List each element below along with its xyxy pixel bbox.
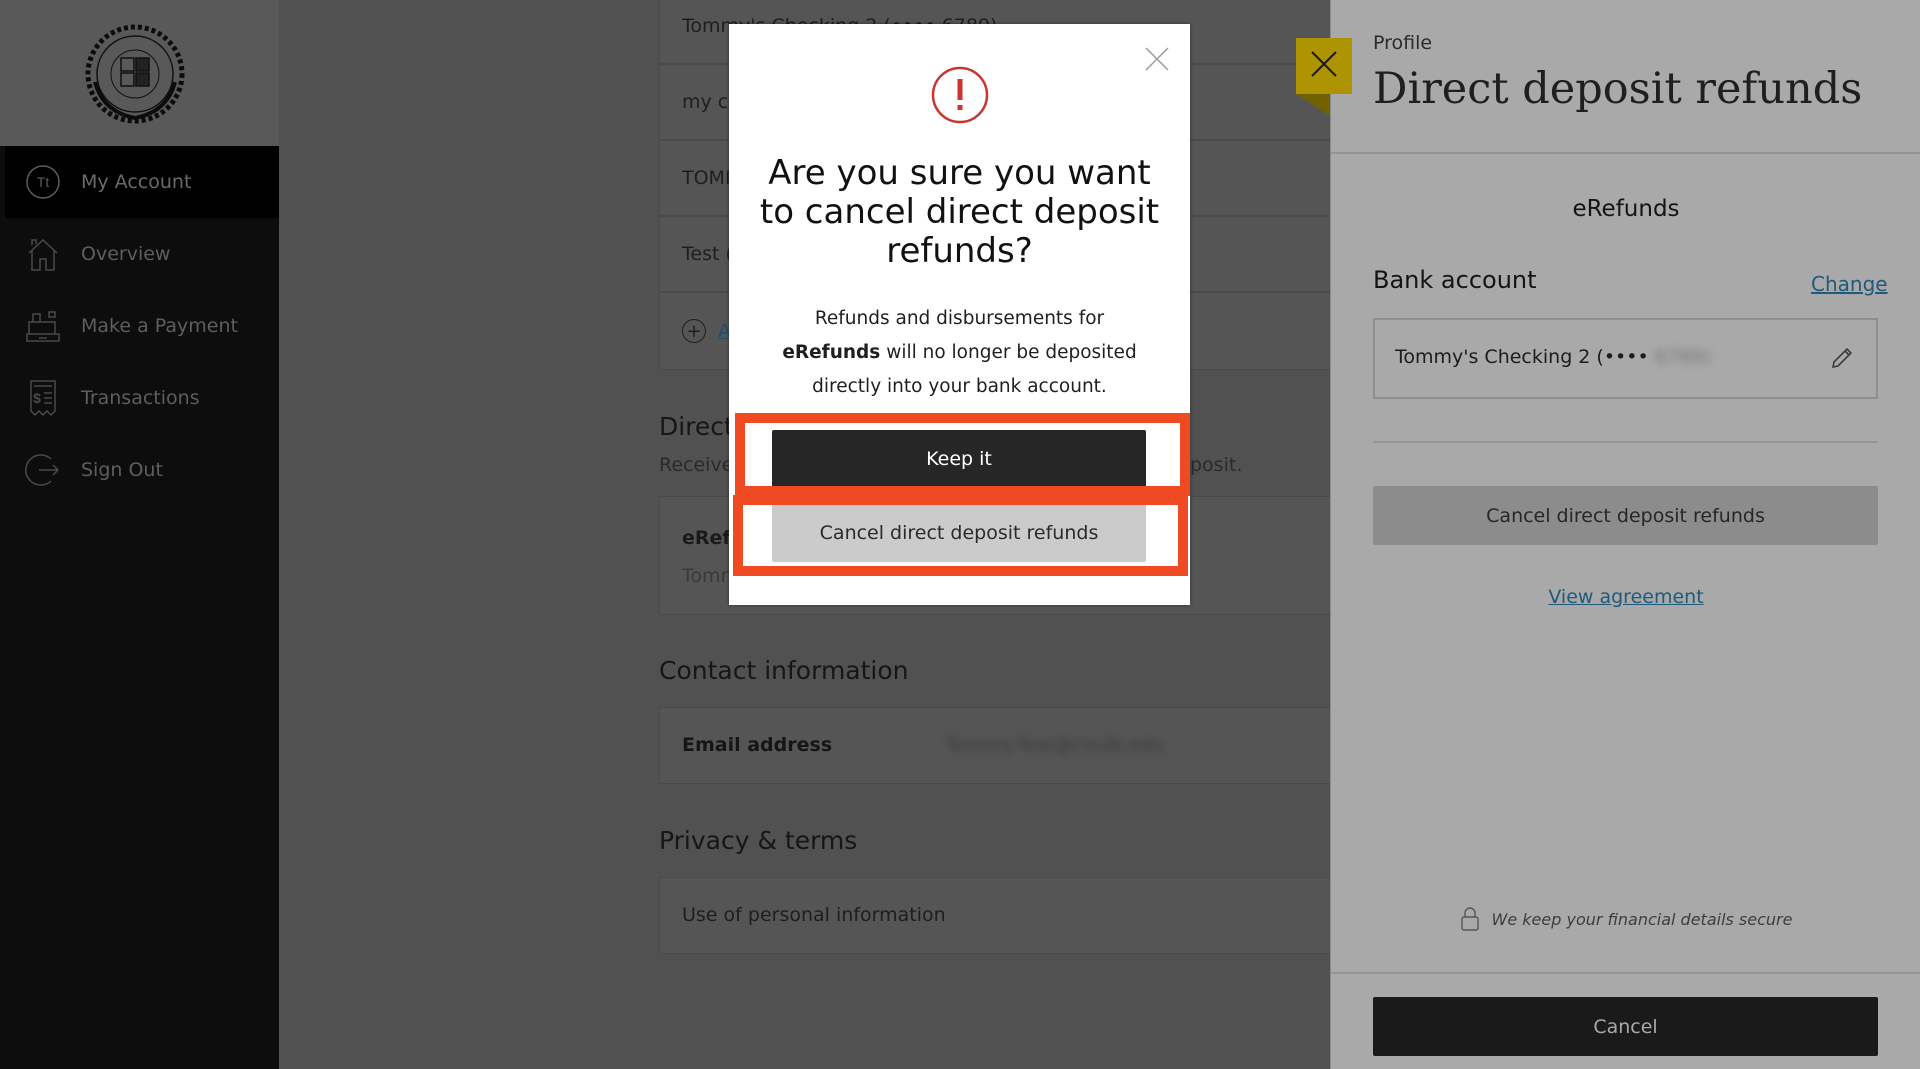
sidebar-item-label: Transactions — [81, 387, 200, 409]
panel-section-title: eRefunds — [1572, 196, 1680, 222]
bank-account-value: Tommy's Checking 2 (•••• 6789) — [1395, 346, 1711, 368]
receipt-icon: $ — [25, 380, 61, 417]
highlight-box-cancel — [733, 495, 1188, 576]
sidebar-item-sign-out[interactable]: Sign Out — [5, 434, 279, 506]
logo-area — [0, 0, 279, 146]
direct-deposit-title: Direct — [659, 412, 734, 441]
panel-divider — [1373, 441, 1878, 443]
avatar-icon: Tt — [25, 164, 61, 200]
sidebar-item-transactions[interactable]: $ Transactions — [5, 362, 279, 434]
email-label: Email address — [682, 734, 833, 756]
sidebar-item-label: Sign Out — [81, 459, 163, 481]
panel-title: Direct deposit refunds — [1373, 64, 1863, 114]
bank-account-masked-digits: 6789) — [1654, 346, 1711, 368]
plus-circle-icon: + — [682, 319, 706, 343]
security-note: We keep your financial details secure — [1331, 907, 1920, 931]
panel-breadcrumb: Profile — [1373, 32, 1433, 54]
cancel-direct-deposit-refunds-button[interactable]: Cancel direct deposit refunds — [1373, 486, 1878, 545]
modal-close-button[interactable] — [1144, 46, 1170, 76]
panel-footer-divider — [1331, 972, 1920, 974]
use-of-personal-information-link[interactable]: Use of personal information — [682, 904, 946, 926]
sidebar-item-make-a-payment[interactable]: Make a Payment — [5, 290, 279, 362]
modal-body-bold: eRefunds — [782, 342, 881, 363]
close-tab-fold — [1296, 94, 1330, 116]
highlight-box-keep-it — [735, 413, 1190, 496]
contact-information-title: Contact information — [659, 656, 909, 685]
privacy-terms-title: Privacy & terms — [659, 826, 858, 855]
sidebar-item-my-account[interactable]: Tt My Account — [5, 146, 279, 218]
university-seal-logo[interactable] — [83, 22, 187, 126]
sidebar-item-label: Make a Payment — [81, 315, 238, 337]
alert-icon — [931, 66, 989, 128]
close-icon — [1144, 47, 1170, 76]
modal-body-text: Refunds and disbursements for — [814, 308, 1105, 329]
svg-text:$: $ — [33, 390, 41, 406]
sidebar-item-label: Overview — [81, 243, 171, 265]
direct-deposit-panel: Profile Direct deposit refunds eRefunds … — [1330, 0, 1920, 1069]
close-icon — [1309, 49, 1339, 83]
close-panel-button[interactable] — [1296, 38, 1352, 94]
svg-text:Tt: Tt — [37, 174, 50, 190]
modal-title: Are you sure you want to cancel direct d… — [759, 153, 1160, 271]
pencil-edit-icon[interactable] — [1830, 344, 1856, 374]
cancel-button[interactable]: Cancel — [1373, 997, 1878, 1056]
panel-header-divider — [1331, 152, 1920, 154]
sidebar-item-overview[interactable]: Overview — [5, 218, 279, 290]
sidebar-item-label: My Account — [81, 171, 192, 193]
sign-out-icon — [25, 452, 61, 488]
security-note-text: We keep your financial details secure — [1491, 909, 1793, 929]
change-link[interactable]: Change — [1811, 272, 1888, 296]
bank-account-text: Tommy's Checking 2 (•••• — [1395, 346, 1649, 368]
bank-account-field[interactable]: Tommy's Checking 2 (•••• 6789) — [1373, 318, 1878, 399]
modal-body: Refunds and disbursements for eRefunds w… — [769, 302, 1150, 404]
cash-register-icon — [25, 308, 61, 344]
sidebar: Tt My Account Overview Make a Payment $ … — [0, 0, 279, 1069]
lock-icon — [1460, 907, 1480, 931]
view-agreement-container: View agreement — [1331, 586, 1920, 608]
direct-deposit-subtitle: Receive — [659, 454, 734, 476]
view-agreement-link[interactable]: View agreement — [1548, 586, 1703, 608]
email-card[interactable]: Email address Tommy.Test@csulb.edu — [659, 707, 1331, 784]
bank-account-name: Test ( — [682, 243, 733, 265]
direct-deposit-subtitle-end: posit. — [1190, 454, 1243, 476]
bank-account-label: Bank account — [1373, 266, 1537, 294]
email-value: Tommy.Test@csulb.edu — [945, 734, 1165, 756]
privacy-card[interactable]: Use of personal information — [659, 877, 1331, 954]
home-icon — [25, 236, 61, 272]
